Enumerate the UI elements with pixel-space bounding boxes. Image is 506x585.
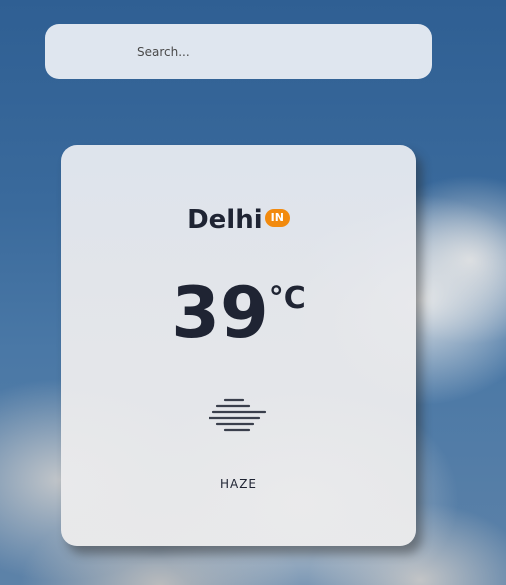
search-bar[interactable]	[45, 24, 432, 79]
weather-card: Delhi IN 39°C HAZE	[61, 145, 416, 546]
haze-icon	[209, 398, 267, 432]
location-row: Delhi IN	[61, 205, 416, 235]
temperature-unit: °C	[268, 281, 306, 316]
city-name: Delhi	[187, 205, 263, 235]
weather-condition: HAZE	[219, 477, 258, 491]
country-badge: IN	[264, 209, 290, 227]
temperature-value: 39	[171, 272, 269, 354]
search-input[interactable]	[137, 42, 397, 62]
temperature-row: 39°C	[61, 273, 416, 353]
